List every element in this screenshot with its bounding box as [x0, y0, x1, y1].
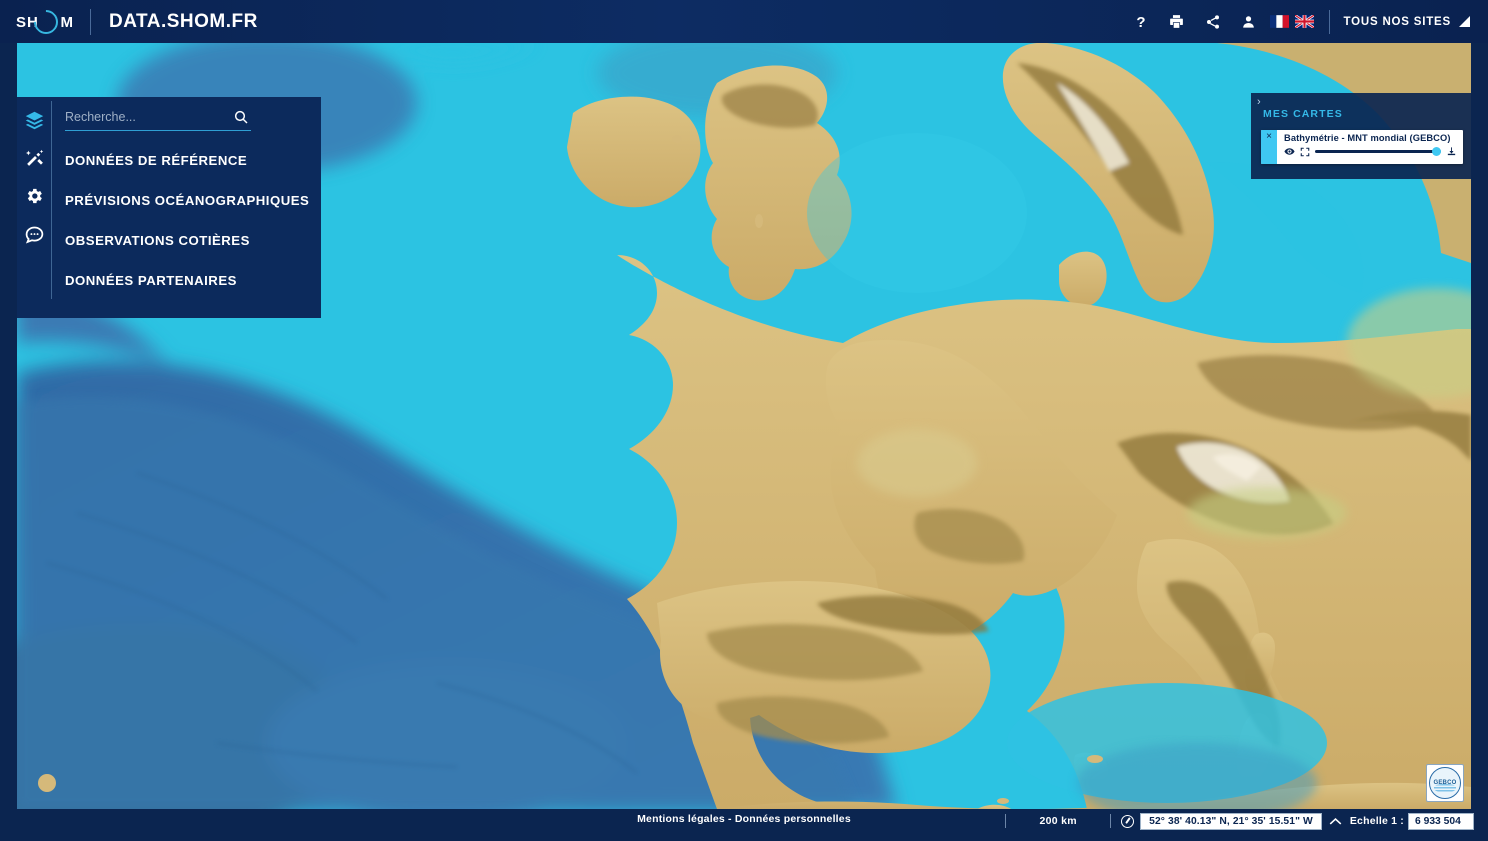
left-panel: DONNÉES DE RÉFÉRENCE PRÉVISIONS OCÉANOGR…: [17, 97, 321, 318]
gebco-attribution-logo: GEBCO: [1426, 764, 1464, 802]
compass-icon[interactable]: [1121, 814, 1135, 828]
visibility-eye-icon[interactable]: [1284, 146, 1295, 157]
app-footer: Mentions légales - Données personnelles …: [0, 809, 1488, 841]
flag-en[interactable]: [1294, 15, 1314, 28]
zoom-to-extent-icon[interactable]: [1300, 147, 1310, 157]
my-maps-panel: › MES CARTES × Bathymétrie - MNT mondial…: [1251, 93, 1471, 179]
search-row: [65, 109, 251, 131]
menu-item-previsions-oceanographiques[interactable]: PRÉVISIONS OCÉANOGRAPHIQUES: [65, 193, 309, 208]
legal-link[interactable]: Mentions légales - Données personnelles: [637, 813, 851, 825]
flag-fr[interactable]: [1269, 15, 1289, 28]
search-icon[interactable]: [231, 109, 251, 125]
panel-vertical-divider: [51, 101, 52, 299]
app-header: SH M DATA.SHOM.FR ? TOUS NOS SITES: [0, 0, 1488, 43]
close-icon: ×: [1266, 131, 1272, 142]
logo-text-right: M: [60, 13, 74, 31]
opacity-track: [1315, 150, 1441, 153]
menu-item-donnees-de-reference[interactable]: DONNÉES DE RÉFÉRENCE: [65, 153, 309, 168]
gebco-seal-text: GEBCO: [1433, 780, 1457, 786]
search-input[interactable]: [65, 110, 231, 124]
panel-body: DONNÉES DE RÉFÉRENCE PRÉVISIONS OCÉANOGR…: [51, 97, 325, 318]
all-sites-label: TOUS NOS SITES: [1343, 15, 1451, 28]
logo-ring-icon: [29, 4, 63, 39]
user-account-icon[interactable]: [1235, 8, 1263, 36]
site-title: DATA.SHOM.FR: [109, 10, 258, 32]
brand-logo[interactable]: SH M DATA.SHOM.FR: [0, 4, 258, 39]
opacity-slider[interactable]: [1315, 147, 1441, 157]
gear-icon[interactable]: [17, 182, 51, 210]
all-sites-button[interactable]: TOUS NOS SITES: [1344, 16, 1470, 28]
my-maps-title: MES CARTES: [1263, 108, 1343, 120]
layers-icon[interactable]: [17, 106, 51, 134]
svg-text:?: ?: [1136, 14, 1145, 30]
gebco-seal: GEBCO: [1429, 767, 1461, 799]
tool-rail: [17, 97, 51, 318]
layer-remove-button[interactable]: ×: [1261, 130, 1277, 164]
chat-bubble-icon[interactable]: [17, 220, 51, 248]
layer-card: × Bathymétrie - MNT mondial (GEBCO): [1261, 130, 1463, 164]
shom-logo-icon: SH M: [14, 4, 76, 39]
logo-divider: [90, 8, 91, 35]
menu-item-observations-cotieres[interactable]: OBSERVATIONS COTIÈRES: [65, 233, 309, 248]
share-icon[interactable]: [1199, 8, 1227, 36]
help-icon[interactable]: ?: [1127, 8, 1155, 36]
corner-triangle-icon: [1459, 16, 1470, 27]
download-icon[interactable]: [1446, 146, 1457, 157]
application-root: GEBCO SH M DATA.SHOM.FR ? TOUS NOS SITES…: [0, 0, 1488, 841]
header-divider: [1328, 9, 1330, 34]
opacity-thumb[interactable]: [1432, 147, 1441, 156]
layer-title: Bathymétrie - MNT mondial (GEBCO): [1284, 133, 1451, 143]
layer-main: Bathymétrie - MNT mondial (GEBCO): [1277, 130, 1463, 164]
header-actions: ? TOUS NOS SITES: [1123, 0, 1488, 43]
legal-links: Mentions légales - Données personnelles: [0, 813, 1488, 825]
panel-collapse-chevron-icon[interactable]: ›: [1257, 96, 1261, 108]
layer-controls: [1284, 146, 1457, 157]
menu-item-donnees-partenaires[interactable]: DONNÉES PARTENAIRES: [65, 273, 309, 288]
main-menu: DONNÉES DE RÉFÉRENCE PRÉVISIONS OCÉANOGR…: [65, 153, 309, 288]
tools-wand-icon[interactable]: [17, 144, 51, 172]
print-icon[interactable]: [1163, 8, 1191, 36]
